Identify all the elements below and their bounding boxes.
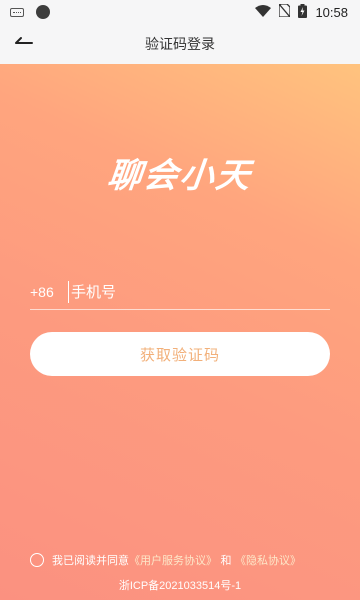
agreement-connector: 和 [220, 554, 232, 567]
wifi-icon [255, 4, 272, 20]
phone-row: +86 [30, 274, 330, 310]
country-code[interactable]: +86 [30, 284, 68, 300]
nav-bar: 验证码登录 [0, 24, 360, 64]
battery-charging-icon [298, 3, 308, 21]
back-button[interactable] [14, 34, 38, 54]
login-content: 聊会小天 +86 获取验证码 我已阅读并同意《用户服务协议》 和 《隐私协议》 … [0, 64, 360, 600]
back-arrow-icon [14, 35, 34, 54]
page-title: 验证码登录 [145, 37, 215, 53]
user-agreement-link[interactable]: 《用户服务协议》 [129, 554, 217, 567]
get-code-button[interactable]: 获取验证码 [30, 332, 330, 376]
status-time: 10:58 [315, 4, 348, 20]
notification-dot-icon [36, 5, 50, 19]
no-sim-icon [278, 3, 292, 20]
agreement-checkbox[interactable] [30, 553, 44, 567]
status-bar: 10:58 [0, 0, 360, 24]
keyboard-icon [10, 7, 24, 17]
icp-license: 浙ICP备2021033514号-1 [118, 580, 242, 592]
agreement-row: 我已阅读并同意《用户服务协议》 和 《隐私协议》 [30, 550, 340, 570]
privacy-policy-link[interactable]: 《隐私协议》 [235, 554, 301, 567]
app-logo: 聊会小天 [105, 156, 254, 196]
agreement-prefix: 我已阅读并同意 [52, 554, 129, 567]
phone-input[interactable] [68, 280, 330, 303]
